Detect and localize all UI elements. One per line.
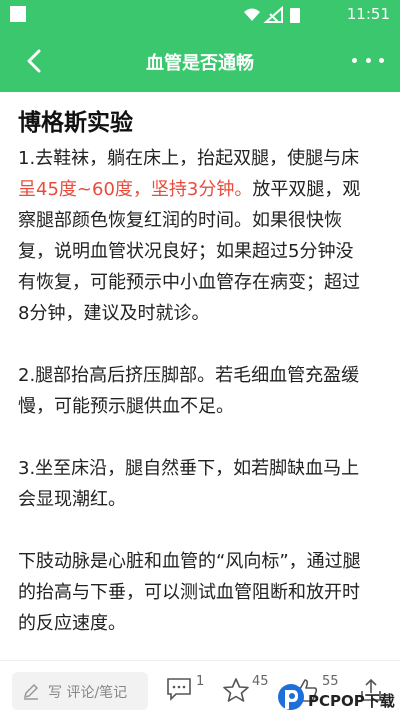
star-count: 45 — [252, 674, 269, 689]
comment-count: 1 — [196, 674, 205, 689]
text-line: 有恢复，可能预示中小血管存在病变；超过 — [18, 272, 360, 293]
article-heading: 博格斯实验 — [18, 110, 133, 136]
toolbar: 血管是否通畅 — [0, 30, 400, 92]
text-line: 复，说明血管状况良好；如果超过5分钟没 — [18, 241, 354, 262]
wifi-icon — [244, 8, 260, 21]
status-icons — [244, 6, 300, 23]
text-line: 呈45度~60度，坚持3分钟。放平双腿，观 — [18, 179, 361, 200]
status-bar: 11:51 — [0, 0, 400, 30]
app-header: 11:51 血管是否通畅 — [0, 0, 400, 92]
text-line: 8分钟，建议及时就诊。 — [18, 303, 210, 324]
comment-placeholder: 写 评论/笔记 — [48, 685, 128, 701]
text-line: 慢，可能预示腿供血不足。 — [18, 396, 234, 417]
watermark-text: PCPOP下载 — [308, 692, 395, 710]
pcpop-logo-icon — [278, 684, 304, 710]
text-line: 的抬高与下垂，可以测试血管阻断和放开时 — [18, 582, 360, 603]
comment-icon — [167, 678, 191, 701]
text-line: 的反应速度。 — [18, 613, 126, 634]
text-line: 察腿部颜色恢复红润的时间。如果很快恢 — [18, 210, 342, 231]
status-time: 11:51 — [346, 5, 390, 23]
page-title: 血管是否通畅 — [146, 53, 254, 74]
article-content: 博格斯实验 1.去鞋袜，躺在床上，抬起双腿，使腿与床 呈45度~60度，坚持3分… — [18, 103, 380, 639]
comment-input-button[interactable]: 写 评论/笔记 — [12, 672, 148, 710]
text-line: 3.坐至床沿，腿自然垂下，如若脚缺血马上 — [18, 458, 360, 479]
paragraph-1: 1.去鞋袜，躺在床上，抬起双腿，使腿与床 呈45度~60度，坚持3分钟。放平双腿… — [18, 143, 380, 329]
text-line: 下肢动脉是心脏和血管的“风向标”，通过腿 — [18, 551, 361, 572]
battery-icon — [290, 8, 300, 23]
pen-icon — [23, 683, 39, 700]
star-icon — [223, 678, 249, 702]
paragraph-2: 2.腿部抬高后挤压脚部。若毛细血管充盈缓 慢，可能预示腿供血不足。 — [18, 360, 380, 422]
more-options-icon[interactable] — [352, 58, 384, 66]
favorite-action[interactable]: 45 — [222, 674, 272, 705]
highlight-text: 呈45度~60度，坚持3分钟。 — [18, 179, 253, 200]
paragraph-3: 3.坐至床沿，腿自然垂下，如若脚缺血马上 会显现潮红。 — [18, 453, 380, 515]
comment-action[interactable]: 1 — [166, 674, 206, 705]
text-line: 1.去鞋袜，躺在床上，抬起双腿，使腿与床 — [18, 148, 360, 169]
text-line: 会显现潮红。 — [18, 489, 126, 510]
notification-icon — [10, 6, 26, 22]
paragraph-4: 下肢动脉是心脏和血管的“风向标”，通过腿 的抬高与下垂，可以测试血管阻断和放开时… — [18, 546, 380, 639]
watermark: PCPOP下载 — [276, 682, 400, 720]
text-line: 2.腿部抬高后挤压脚部。若毛细血管充盈缓 — [18, 365, 360, 386]
signal-icon — [263, 6, 283, 23]
